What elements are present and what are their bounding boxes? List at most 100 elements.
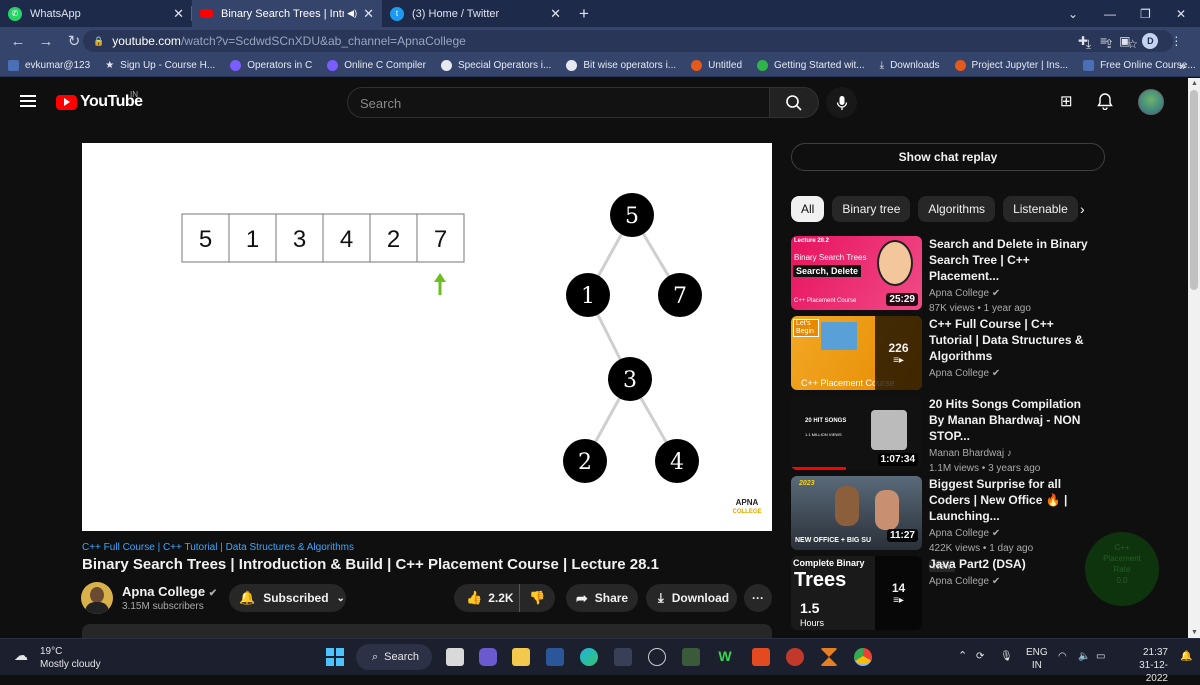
youtube-logo[interactable]: YouTube IN — [56, 90, 143, 111]
create-video-icon[interactable]: ⊞ — [1060, 92, 1073, 110]
minimize-button[interactable]: — — [1104, 0, 1116, 27]
video-hashtags[interactable]: C++ Full Course | C++ Tutorial | Data St… — [82, 542, 354, 553]
url-field[interactable]: 🔒 youtube.com/watch?v=ScdwdSCnXDU&ab_cha… — [83, 30, 1173, 52]
scroll-up-icon[interactable]: ▲ — [1191, 80, 1198, 87]
bookmarks-overflow-button[interactable]: » — [1179, 59, 1186, 73]
dislike-button[interactable]: 👎 — [520, 590, 555, 606]
close-window-button[interactable]: ✕ — [1176, 0, 1186, 27]
tab-youtube[interactable]: Binary Search Trees | Introdu ◀) ✕ — [192, 0, 382, 27]
profile-avatar[interactable]: D — [1142, 33, 1159, 49]
download-button[interactable]: ⤓ Download — [646, 584, 737, 612]
task-view-icon[interactable] — [446, 648, 464, 666]
playlist-thumbnail[interactable]: Complete Binary Trees 1.5 Hours 14 ≡▸ — [791, 556, 922, 630]
word-icon[interactable] — [546, 648, 564, 666]
rec-channel[interactable]: Apna College — [929, 368, 989, 379]
back-icon[interactable]: ← — [4, 33, 32, 50]
bookmark-item[interactable]: Special Operators i... — [440, 60, 551, 71]
office-icon[interactable] — [752, 648, 770, 666]
chrome-icon[interactable] — [854, 648, 872, 666]
tab-twitter[interactable]: t (3) Home / Twitter ✕ — [382, 0, 569, 27]
tab-whatsapp[interactable]: ✆ WhatsApp ✕ — [0, 0, 192, 27]
sync-icon[interactable]: ⟳ — [976, 650, 984, 663]
scrollbar-thumb[interactable] — [1190, 90, 1198, 290]
file-explorer-icon[interactable] — [512, 648, 530, 666]
like-button[interactable]: 👍 2.2K — [454, 584, 520, 612]
scroll-down-icon[interactable]: ▼ — [1191, 629, 1198, 636]
chip-binary-tree[interactable]: Binary tree — [832, 196, 911, 222]
chevron-up-icon[interactable]: ⌃ — [958, 650, 967, 663]
account-avatar[interactable] — [1138, 89, 1164, 115]
rec-channel[interactable]: Apna College — [929, 528, 989, 539]
voice-search-button[interactable] — [826, 87, 857, 118]
rec-channel[interactable]: Apna College — [929, 288, 989, 299]
hourglass-icon[interactable] — [820, 648, 838, 666]
media-icon[interactable]: ≡ — [1100, 34, 1107, 48]
winzip-icon[interactable]: W — [716, 648, 734, 666]
windows-start-icon[interactable] — [326, 648, 344, 666]
bookmark-item[interactable]: Getting Started wit... — [757, 60, 865, 71]
weather-widget[interactable]: ☁ 19°C Mostly cloudy — [14, 645, 101, 671]
chip-all[interactable]: All — [791, 196, 825, 222]
recommendation-item[interactable]: Lecture 28.2 Binary Search Trees Search,… — [791, 236, 1191, 314]
wifi-icon[interactable]: ◠ — [1058, 650, 1067, 663]
notification-center-icon[interactable]: 🔔 — [1180, 650, 1192, 663]
rec-title[interactable]: 20 Hits Songs Compilation By Manan Bhard… — [929, 396, 1089, 444]
battery-icon[interactable]: ▭ — [1096, 650, 1105, 663]
taskbar-search[interactable]: ⌕ Search — [356, 644, 432, 670]
video-thumbnail[interactable]: Lecture 28.2 Binary Search Trees Search,… — [791, 236, 922, 310]
chip-listenable[interactable]: Listenable — [1003, 196, 1078, 222]
search-button[interactable] — [769, 87, 819, 118]
mic-icon[interactable]: 🎙 — [1000, 650, 1013, 663]
bookmark-item[interactable]: ⤓ Downloads — [880, 60, 940, 71]
new-tab-button[interactable]: + — [579, 4, 589, 24]
restore-button[interactable]: ❐ — [1140, 0, 1151, 27]
channel-avatar[interactable] — [81, 582, 113, 614]
channel-name[interactable]: Apna College ✔ — [122, 584, 217, 599]
chevron-right-icon[interactable]: › — [1080, 201, 1085, 217]
recommendation-item[interactable]: Let's Begin C++ Placement Course 226 ≡▸ … — [791, 316, 1191, 390]
playlist-thumbnail[interactable]: Let's Begin C++ Placement Course 226 ≡▸ — [791, 316, 922, 390]
rec-channel[interactable]: Apna College — [929, 576, 989, 587]
bookmark-item[interactable]: Project Jupyter | Ins... — [954, 60, 1068, 71]
close-icon[interactable]: ✕ — [173, 6, 184, 22]
description-box[interactable] — [82, 624, 772, 638]
share-button[interactable]: ➦ Share — [566, 584, 638, 612]
bookmark-item[interactable]: Operators in C — [230, 60, 312, 71]
rec-channel[interactable]: Manan Bhardwaj — [929, 448, 1004, 459]
video-thumbnail[interactable]: 2023 NEW OFFICE + BIG SU 11:27 — [791, 476, 922, 550]
more-actions-button[interactable]: ··· — [744, 584, 772, 612]
close-icon[interactable]: ✕ — [363, 6, 374, 22]
app-icon[interactable] — [786, 648, 804, 666]
notifications-icon[interactable] — [1097, 92, 1113, 114]
bookmark-item[interactable]: Online C Compiler — [327, 60, 426, 71]
language-indicator[interactable]: ENG IN — [1026, 646, 1048, 672]
video-player[interactable]: 5 1 3 4 2 7 5 1 7 3 2 4 APNA COLLEGE — [82, 143, 772, 531]
volume-icon[interactable]: 🔈 — [1078, 650, 1090, 663]
edge-icon[interactable] — [580, 648, 598, 666]
subscribed-button[interactable]: 🔔 Subscribed ⌄ — [229, 584, 346, 612]
extensions-icon[interactable]: ✚ — [1078, 34, 1088, 48]
bookmark-item[interactable]: ★ Sign Up - Course H... — [105, 60, 215, 71]
menu-icon[interactable] — [20, 95, 36, 107]
sidepanel-icon[interactable]: ▣ — [1119, 34, 1130, 48]
close-icon[interactable]: ✕ — [550, 6, 561, 22]
rec-title[interactable]: Biggest Surprise for all Coders | New Of… — [929, 476, 1089, 524]
rec-title[interactable]: Search and Delete in Binary Search Tree … — [929, 236, 1089, 284]
recommendation-item[interactable]: 20 HIT SONGS 1.1 MILLION VIEWS 1:07:34 2… — [791, 396, 1191, 474]
show-chat-replay-button[interactable]: Show chat replay — [791, 143, 1105, 171]
chip-algorithms[interactable]: Algorithms — [918, 196, 996, 222]
speaker-icon[interactable]: ◀) — [347, 8, 357, 19]
forward-icon[interactable]: → — [32, 33, 60, 50]
bookmark-item[interactable]: Bit wise operators i... — [566, 60, 676, 71]
search-input[interactable]: Search — [347, 87, 770, 118]
teams-chat-icon[interactable] — [479, 648, 497, 666]
rec-title[interactable]: Java Part2 (DSA) — [929, 556, 1089, 572]
store-icon[interactable] — [614, 648, 632, 666]
dell-icon[interactable] — [648, 648, 666, 666]
bookmark-item[interactable]: evkumar@123 — [8, 60, 90, 71]
video-thumbnail[interactable]: 20 HIT SONGS 1.1 MILLION VIEWS 1:07:34 — [791, 396, 922, 470]
menu-icon[interactable]: ⋮ — [1170, 34, 1182, 48]
app-icon[interactable] — [682, 648, 700, 666]
bookmark-item[interactable]: Untitled — [691, 60, 742, 71]
clock[interactable]: 21:37 31-12-2022 — [1118, 646, 1168, 685]
